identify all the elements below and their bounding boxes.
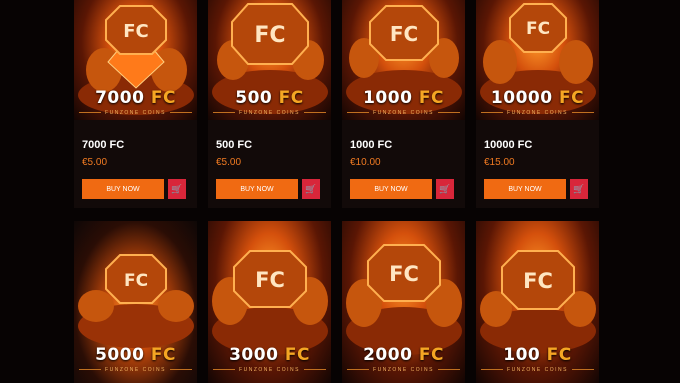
product-image[interactable]: FC 3000 FC FUNZONE COINS (208, 221, 331, 383)
coin-amount-label: 1000 FC (363, 88, 444, 108)
brand-tagline: FUNZONE COINS (208, 110, 331, 116)
coin-amount-label: 7000 FC (95, 88, 176, 108)
brand-tagline: FUNZONE COINS (208, 367, 331, 373)
product-price: €10.00 (350, 157, 381, 168)
product-price: €5.00 (216, 157, 242, 168)
product-card[interactable]: FC 500 FC FUNZONE COINS 500 FC €5.00 BUY… (208, 0, 331, 208)
product-name[interactable]: 10000 FC (484, 139, 532, 151)
product-name[interactable]: 1000 FC (350, 139, 392, 151)
svg-text:FC: FC (254, 23, 285, 48)
product-image[interactable]: FC 10000 FC FUNZONE COINS (476, 0, 599, 120)
product-grid: FC 7000 FC FUNZONE COINS 7000 FC €5.00 B… (0, 0, 680, 383)
svg-text:FC: FC (389, 262, 419, 286)
product-image[interactable]: FC 2000 FC FUNZONE COINS (342, 221, 465, 383)
product-price: €15.00 (484, 157, 515, 168)
coin-amount-label: 100 FC (503, 345, 572, 365)
coin-amount-label: 5000 FC (95, 345, 176, 365)
product-info: 10000 FC €15.00 BUY NOW 🛒 (476, 128, 599, 208)
product-info: 1000 FC €10.00 BUY NOW 🛒 (342, 128, 465, 208)
product-image[interactable]: FC 7000 FC FUNZONE COINS (74, 0, 197, 120)
svg-text:FC: FC (255, 268, 285, 292)
product-price: €5.00 (82, 157, 108, 168)
add-to-cart-button[interactable]: 🛒 (436, 179, 454, 199)
cart-icon: 🛒 (305, 183, 317, 194)
product-info: 7000 FC €5.00 BUY NOW 🛒 (74, 128, 197, 208)
product-image[interactable]: FC 5000 FC FUNZONE COINS (74, 221, 197, 383)
product-card[interactable]: FC 100 FC FUNZONE COINS (476, 221, 599, 383)
svg-text:FC: FC (526, 19, 550, 39)
product-card[interactable]: FC 3000 FC FUNZONE COINS (208, 221, 331, 383)
coin-amount-label: 500 FC (235, 88, 304, 108)
product-name[interactable]: 7000 FC (82, 139, 124, 151)
svg-text:FC: FC (123, 21, 149, 42)
buy-now-button[interactable]: BUY NOW (350, 179, 432, 199)
buy-now-button[interactable]: BUY NOW (216, 179, 298, 199)
brand-tagline: FUNZONE COINS (342, 110, 465, 116)
brand-tagline: FUNZONE COINS (476, 110, 599, 116)
svg-text:FC: FC (124, 271, 148, 291)
cart-icon: 🛒 (171, 183, 183, 194)
cart-icon: 🛒 (573, 183, 585, 194)
brand-tagline: FUNZONE COINS (74, 367, 197, 373)
product-image[interactable]: FC 500 FC FUNZONE COINS (208, 0, 331, 120)
add-to-cart-button[interactable]: 🛒 (570, 179, 588, 199)
product-card[interactable]: FC 1000 FC FUNZONE COINS 1000 FC €10.00 … (342, 0, 465, 208)
add-to-cart-button[interactable]: 🛒 (168, 179, 186, 199)
product-card[interactable]: FC 10000 FC FUNZONE COINS 10000 FC €15.0… (476, 0, 599, 208)
brand-tagline: FUNZONE COINS (74, 110, 197, 116)
svg-text:FC: FC (523, 269, 553, 293)
product-card[interactable]: FC 7000 FC FUNZONE COINS 7000 FC €5.00 B… (74, 0, 197, 208)
buy-now-button[interactable]: BUY NOW (82, 179, 164, 199)
product-image[interactable]: FC 1000 FC FUNZONE COINS (342, 0, 465, 120)
brand-tagline: FUNZONE COINS (476, 367, 599, 373)
product-card[interactable]: FC 2000 FC FUNZONE COINS (342, 221, 465, 383)
svg-text:FC: FC (390, 22, 418, 46)
cart-icon: 🛒 (439, 183, 451, 194)
product-image[interactable]: FC 100 FC FUNZONE COINS (476, 221, 599, 383)
coin-amount-label: 10000 FC (490, 88, 585, 108)
product-name[interactable]: 500 FC (216, 139, 252, 151)
coin-amount-label: 2000 FC (363, 345, 444, 365)
buy-now-button[interactable]: BUY NOW (484, 179, 566, 199)
coin-amount-label: 3000 FC (229, 345, 310, 365)
product-card[interactable]: FC 5000 FC FUNZONE COINS (74, 221, 197, 383)
brand-tagline: FUNZONE COINS (342, 367, 465, 373)
add-to-cart-button[interactable]: 🛒 (302, 179, 320, 199)
product-info: 500 FC €5.00 BUY NOW 🛒 (208, 128, 331, 208)
